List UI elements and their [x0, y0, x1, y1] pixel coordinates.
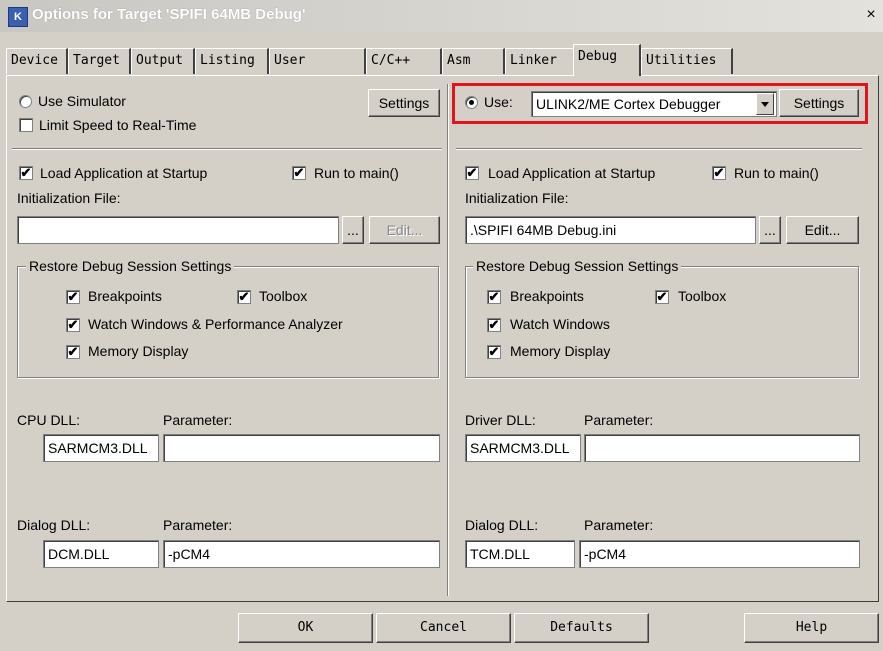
cancel-button[interactable]: Cancel	[376, 613, 511, 643]
breakpoints-checkbox[interactable]: ✔	[487, 290, 501, 304]
dialog-param-label: Parameter:	[584, 517, 654, 533]
separator	[456, 148, 862, 150]
breakpoints-checkbox[interactable]: ✔	[66, 290, 80, 304]
edit-button[interactable]: Edit...	[369, 216, 440, 244]
restore-settings-title: Restore Debug Session Settings	[473, 258, 682, 274]
simulator-settings-button[interactable]: Settings	[368, 89, 440, 117]
run-to-main-checkbox[interactable]: ✔	[712, 166, 726, 180]
dialog-dll-label: Dialog DLL:	[17, 517, 91, 533]
window-title: Options for Target 'SPIFI 64MB Debug'	[32, 6, 306, 23]
watch-windows-checkbox[interactable]: ✔	[66, 318, 80, 332]
toolbox-label: Toolbox	[259, 288, 308, 304]
cpu-dll-input[interactable]: SARMCM3.DLL	[43, 434, 159, 462]
column-divider	[447, 84, 449, 596]
driver-param-label: Parameter:	[584, 412, 654, 428]
watch-windows-label: Watch Windows	[510, 316, 610, 332]
tab-linker[interactable]: Linker	[505, 48, 575, 74]
limit-speed-checkbox[interactable]	[19, 118, 33, 132]
run-to-main-label: Run to main()	[314, 165, 399, 181]
cpu-param-label: Parameter:	[163, 412, 233, 428]
breakpoints-label: Breakpoints	[510, 288, 584, 304]
ok-button[interactable]: OK	[238, 613, 373, 643]
dialog-param-input[interactable]: -pCM4	[579, 540, 860, 568]
toolbox-checkbox[interactable]: ✔	[237, 290, 251, 304]
help-button[interactable]: Help	[744, 613, 879, 643]
tab-user[interactable]: User	[269, 48, 366, 74]
run-to-main-label: Run to main()	[734, 165, 819, 181]
load-app-label: Load Application at Startup	[488, 165, 656, 181]
debugger-highlight-box	[452, 83, 868, 124]
dialog-param-label: Parameter:	[163, 517, 233, 533]
memory-display-checkbox[interactable]: ✔	[66, 345, 80, 359]
keil-uvision-icon: K	[8, 7, 28, 27]
edit-button[interactable]: Edit...	[786, 216, 859, 244]
watch-windows-checkbox[interactable]: ✔	[487, 318, 501, 332]
dialog-dll-input[interactable]: TCM.DLL	[465, 540, 575, 568]
memory-display-label: Memory Display	[88, 343, 189, 359]
driver-param-input[interactable]	[584, 434, 860, 462]
close-button[interactable]: ×	[862, 6, 880, 24]
cpu-dll-label: CPU DLL:	[17, 412, 81, 428]
defaults-button[interactable]: Defaults	[514, 613, 649, 643]
watch-windows-label: Watch Windows & Performance Analyzer	[88, 316, 343, 332]
tab-listing[interactable]: Listing	[195, 48, 269, 74]
init-file-input[interactable]	[17, 216, 339, 244]
restore-settings-title: Restore Debug Session Settings	[26, 258, 235, 274]
toolbox-label: Toolbox	[678, 288, 727, 304]
driver-dll-label: Driver DLL:	[465, 412, 536, 428]
breakpoints-label: Breakpoints	[88, 288, 162, 304]
title-bar: K Options for Target 'SPIFI 64MB Debug' …	[0, 0, 883, 32]
dialog-dll-input[interactable]: DCM.DLL	[43, 540, 159, 568]
tab-target[interactable]: Target	[68, 48, 131, 74]
dialog-dll-label: Dialog DLL:	[465, 517, 539, 533]
use-simulator-radio[interactable]	[19, 95, 32, 108]
init-file-input[interactable]: .\SPIFI 64MB Debug.ini	[465, 216, 756, 244]
tab-device[interactable]: Device	[6, 48, 68, 74]
load-app-label: Load Application at Startup	[40, 165, 208, 181]
init-file-label: Initialization File:	[465, 190, 569, 206]
toolbox-checkbox[interactable]: ✔	[655, 290, 669, 304]
cpu-param-input[interactable]	[163, 434, 440, 462]
tab-asm[interactable]: Asm	[442, 48, 505, 74]
run-to-main-checkbox[interactable]: ✔	[292, 166, 306, 180]
load-app-checkbox[interactable]: ✔	[465, 166, 479, 180]
limit-speed-label: Limit Speed to Real-Time	[39, 117, 197, 133]
use-simulator-label: Use Simulator	[38, 93, 126, 109]
tab-c-cpp[interactable]: C/C++	[366, 48, 442, 74]
memory-display-label: Memory Display	[510, 343, 611, 359]
browse-button[interactable]: ...	[342, 216, 364, 244]
tab-debug[interactable]: Debug	[573, 44, 641, 76]
browse-button[interactable]: ...	[759, 216, 781, 244]
driver-dll-input[interactable]: SARMCM3.DLL	[465, 434, 581, 462]
memory-display-checkbox[interactable]: ✔	[487, 345, 501, 359]
dialog-param-input[interactable]: -pCM4	[163, 540, 440, 568]
tab-output[interactable]: Output	[131, 48, 195, 74]
load-app-checkbox[interactable]: ✔	[19, 166, 33, 180]
init-file-label: Initialization File:	[17, 190, 121, 206]
separator	[12, 148, 442, 150]
tab-utilities[interactable]: Utilities	[641, 48, 733, 74]
